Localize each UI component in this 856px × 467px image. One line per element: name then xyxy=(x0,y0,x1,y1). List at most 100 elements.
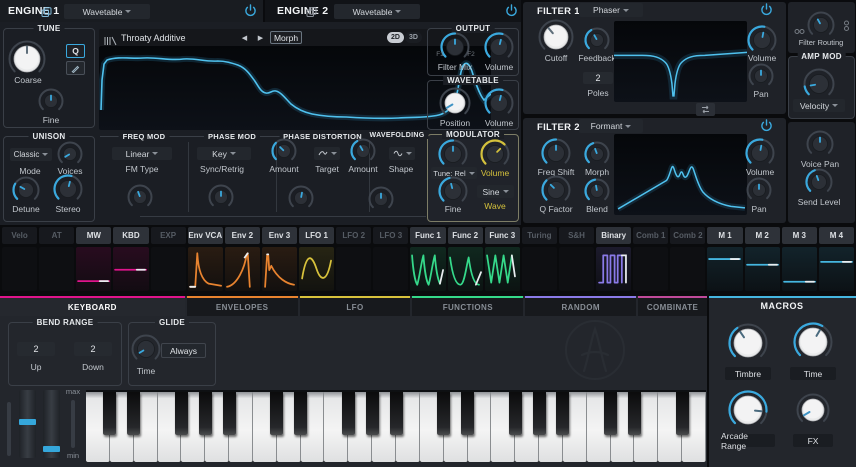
voice-pan-knob[interactable] xyxy=(806,130,835,159)
piano-black-key[interactable] xyxy=(342,392,355,435)
mod-source-tab-env-2[interactable]: Env 2 xyxy=(225,227,260,244)
wavetable-volume-knob[interactable] xyxy=(484,88,515,119)
view-2d-toggle[interactable]: 2D xyxy=(387,32,404,43)
mod-source-tab-lfo-2[interactable]: LFO 2 xyxy=(336,227,371,244)
view-3d-toggle[interactable]: 3D xyxy=(405,32,422,43)
mod-source-thumbnail[interactable] xyxy=(188,247,223,291)
mod-source-thumbnail[interactable] xyxy=(39,247,74,291)
filter2-morph-knob[interactable] xyxy=(584,141,611,168)
tab-lfo[interactable]: LFO xyxy=(300,296,411,316)
mod-source-tab-binary[interactable]: Binary xyxy=(596,227,631,244)
mod-source-tab-at[interactable]: AT xyxy=(39,227,74,244)
mod-source-tab-func-3[interactable]: Func 3 xyxy=(485,227,520,244)
filter1-pan-knob[interactable] xyxy=(748,63,775,90)
mod-source-tab-func-2[interactable]: Func 2 xyxy=(448,227,483,244)
tab-keyboard[interactable]: KEYBOARD xyxy=(0,296,185,316)
piano-black-key[interactable] xyxy=(509,392,522,435)
amp-mod-knob[interactable] xyxy=(803,68,836,101)
piano-black-key[interactable] xyxy=(556,392,569,435)
mod-source-thumbnail[interactable] xyxy=(151,247,186,291)
cutoff-knob[interactable] xyxy=(538,19,575,56)
glide-always-button[interactable]: Always xyxy=(161,343,206,358)
mod-source-tab-m-4[interactable]: M 4 xyxy=(819,227,854,244)
pd-mod-knob[interactable] xyxy=(288,185,315,212)
macro4-knob[interactable] xyxy=(796,393,831,428)
piano-black-key[interactable] xyxy=(366,392,379,435)
mod-source-thumbnail[interactable] xyxy=(782,247,817,291)
edit-pencil-button[interactable] xyxy=(66,61,85,75)
mod-source-thumbnail[interactable] xyxy=(2,247,37,291)
freq-mod-amount-knob[interactable] xyxy=(127,184,154,211)
piano-black-key[interactable] xyxy=(533,392,546,435)
mod-source-thumbnail[interactable] xyxy=(225,247,260,291)
mod-source-tab-m-1[interactable]: M 1 xyxy=(707,227,742,244)
wavefold-amount-knob[interactable] xyxy=(350,138,377,165)
filter-series-routing-button[interactable] xyxy=(696,103,715,116)
quantize-button[interactable]: Q xyxy=(66,44,85,58)
mod-source-tab-m-2[interactable]: M 2 xyxy=(745,227,780,244)
fm-type-dropdown[interactable]: Linear xyxy=(112,147,172,160)
mod-source-thumbnail[interactable] xyxy=(336,247,371,291)
bend-up-selector[interactable]: 2 xyxy=(17,342,55,356)
detune-knob[interactable] xyxy=(12,176,41,205)
mod-source-thumbnail[interactable] xyxy=(819,247,854,291)
mod-source-thumbnail[interactable] xyxy=(485,247,520,291)
piano-black-key[interactable] xyxy=(294,392,307,435)
mod-source-tab-comb-1[interactable]: Comb 1 xyxy=(633,227,668,244)
coarse-knob[interactable] xyxy=(8,40,47,79)
mod-source-thumbnail[interactable] xyxy=(76,247,111,291)
mod-source-thumbnail[interactable] xyxy=(113,247,148,291)
piano-black-key[interactable] xyxy=(199,392,212,435)
sync-retrig-dropdown[interactable]: Key xyxy=(197,147,251,160)
modulator-fine-knob[interactable] xyxy=(438,176,469,207)
mod-source-tab-exp[interactable]: EXP xyxy=(151,227,186,244)
mod-source-tab-lfo-3[interactable]: LFO 3 xyxy=(373,227,408,244)
modulator-volume-knob[interactable] xyxy=(480,139,511,170)
wavefold-shape-dropdown[interactable] xyxy=(389,147,415,160)
unison-mode-dropdown[interactable]: Classic xyxy=(10,148,52,161)
mod-source-tab-env-3[interactable]: Env 3 xyxy=(262,227,297,244)
mod-source-tab-lfo-1[interactable]: LFO 1 xyxy=(299,227,334,244)
bend-down-selector[interactable]: 2 xyxy=(74,342,112,356)
piano-black-key[interactable] xyxy=(604,392,617,435)
poles-selector[interactable]: 2 xyxy=(583,72,613,84)
velocity-range-slider[interactable] xyxy=(71,400,75,448)
macro1-knob[interactable] xyxy=(728,323,769,364)
pitch-ribbon-slider[interactable] xyxy=(7,402,11,456)
modulator-tune-knob[interactable] xyxy=(438,139,469,170)
mod-source-tab-comb-2[interactable]: Comb 2 xyxy=(670,227,705,244)
piano-black-key[interactable] xyxy=(103,392,116,435)
piano-black-key[interactable] xyxy=(628,392,641,435)
mod-source-tab-s-h[interactable]: S&H xyxy=(559,227,594,244)
filter2-power-icon[interactable] xyxy=(760,119,773,137)
wavetable-next-button[interactable]: ▶ xyxy=(254,31,267,44)
tab-functions[interactable]: FUNCTIONS xyxy=(412,296,523,316)
pd-target-dropdown[interactable] xyxy=(314,147,340,160)
copy-icon[interactable] xyxy=(41,5,52,23)
mod-source-tab-env-vca[interactable]: Env VCA xyxy=(188,227,223,244)
mod-source-thumbnail[interactable] xyxy=(559,247,594,291)
mod-wheel-handle[interactable] xyxy=(43,446,60,452)
q-factor-knob[interactable] xyxy=(541,175,572,206)
wavefold-mod-knob[interactable] xyxy=(368,186,395,213)
send-level-knob[interactable] xyxy=(805,168,834,197)
engine2-type-dropdown[interactable]: Wavetable xyxy=(334,4,420,19)
filter2-volume-knob[interactable] xyxy=(745,138,776,169)
modulator-wave-dropdown[interactable]: Sine xyxy=(477,185,514,198)
filter1-power-icon[interactable] xyxy=(760,3,773,21)
engine1-type-dropdown[interactable]: Wavetable xyxy=(64,4,150,19)
mod-source-tab-kbd[interactable]: KBD xyxy=(113,227,148,244)
piano-black-key[interactable] xyxy=(223,392,236,435)
mod-source-thumbnail[interactable] xyxy=(262,247,297,291)
macro2-knob[interactable] xyxy=(793,322,834,363)
mod-source-tab-turing[interactable]: Turing xyxy=(522,227,557,244)
mod-source-thumbnail[interactable] xyxy=(522,247,557,291)
piano-black-key[interactable] xyxy=(127,392,140,435)
mod-source-thumbnail[interactable] xyxy=(670,247,705,291)
pd-amount-knob[interactable] xyxy=(271,138,298,165)
macro3-knob[interactable] xyxy=(728,390,769,431)
piano-keyboard[interactable] xyxy=(86,390,706,462)
piano-black-key[interactable] xyxy=(175,392,188,435)
mod-source-thumbnail[interactable] xyxy=(633,247,668,291)
piano-black-key[interactable] xyxy=(437,392,450,435)
